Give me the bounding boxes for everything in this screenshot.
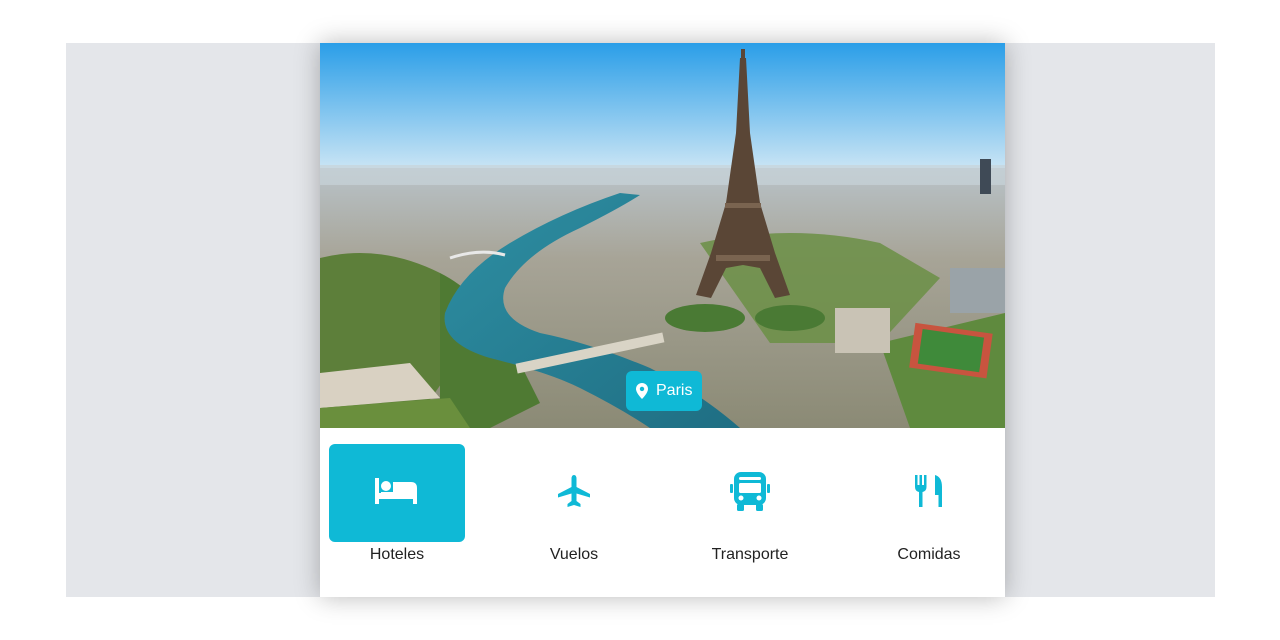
category-vuelos[interactable]: Vuelos [506,444,642,564]
category-transporte[interactable]: Transporte [682,444,818,564]
category-label: Hoteles [369,546,425,563]
category-label: Comidas [897,546,961,563]
category-comidas[interactable]: Comidas [861,444,997,564]
category-tile[interactable] [329,444,465,542]
map-pin-icon [636,383,648,399]
destination-card: Paris Hoteles Vuelos Transporte Comidas [320,43,1005,597]
utensils-icon [911,473,947,514]
category-tile[interactable] [861,444,997,542]
category-label: Vuelos [549,546,599,563]
bed-icon [375,476,419,511]
category-tile[interactable] [682,444,818,542]
bus-icon [729,470,771,517]
location-badge[interactable]: Paris [626,371,703,411]
plane-icon [556,473,592,514]
destination-photo: Paris [320,43,1005,428]
category-tile[interactable] [506,444,642,542]
location-name: Paris [656,382,693,399]
category-label: Transporte [711,546,789,563]
category-bar: Hoteles Vuelos Transporte Comidas [320,428,1005,597]
category-hoteles[interactable]: Hoteles [329,444,465,564]
